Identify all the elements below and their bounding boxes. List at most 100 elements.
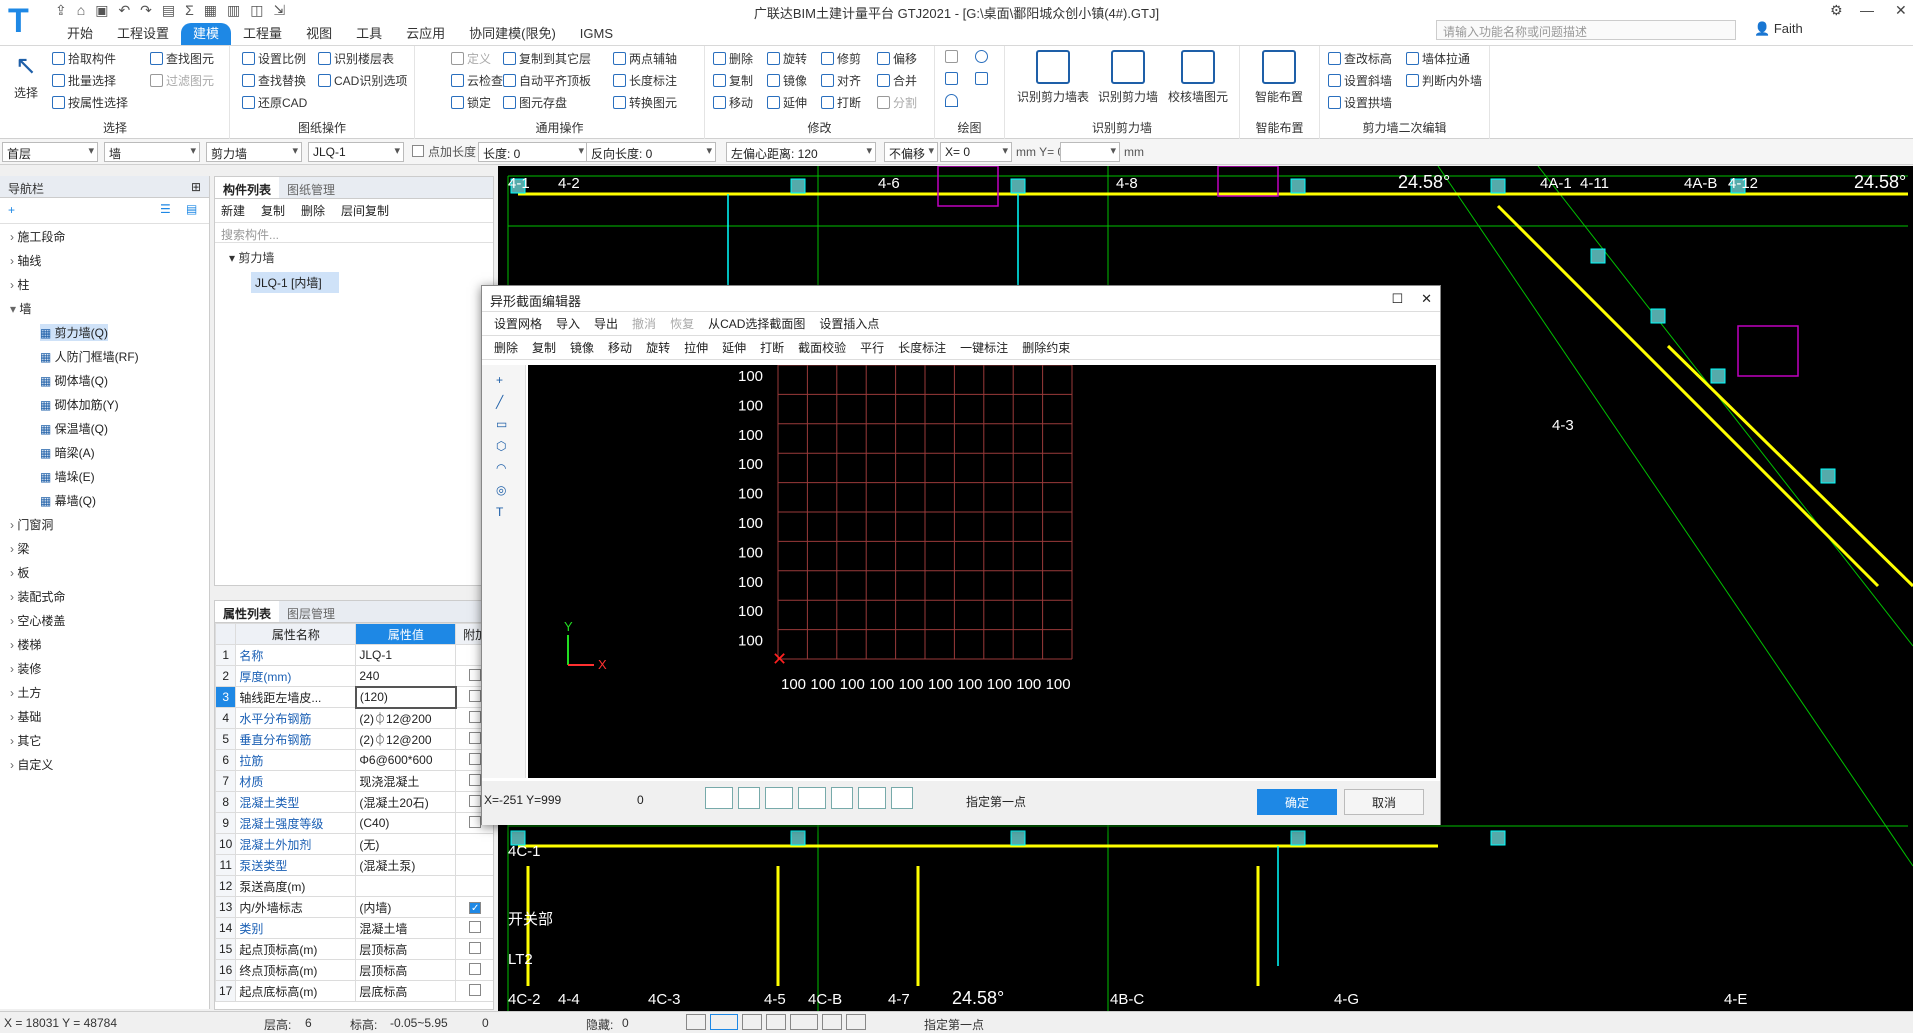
dialog-tool-button[interactable]: 一键标注 [960, 339, 1008, 356]
delete-component-button[interactable]: 删除 [301, 202, 325, 219]
dialog-tool-button[interactable]: 删除 [494, 339, 518, 356]
offset-input[interactable]: 左偏心距离: 120 [726, 142, 876, 162]
component-item[interactable]: JLQ-1 [内墙] [251, 272, 339, 293]
nav-item[interactable]: › 土方 [10, 684, 41, 701]
attach-checkbox[interactable] [469, 668, 482, 681]
menu-item[interactable]: 工具 [344, 23, 394, 45]
menu-item[interactable]: 工程量 [231, 23, 294, 45]
add-icon[interactable]: + [8, 203, 15, 217]
property-value[interactable] [355, 875, 457, 897]
attach-checkbox[interactable] [469, 689, 482, 702]
property-value[interactable]: (无) [355, 833, 457, 855]
hint-icon[interactable] [891, 787, 913, 809]
nav-subitem[interactable]: ▦ 剪力墙(Q) [40, 324, 108, 341]
track-icon[interactable] [858, 787, 886, 809]
status-ortho-icon[interactable] [686, 1014, 706, 1030]
status-dynamic-icon[interactable] [822, 1014, 842, 1030]
dialog-tool-button[interactable]: 删除约束 [1022, 339, 1070, 356]
select-button[interactable]: ↖ 选择 [6, 50, 46, 101]
line-draw-icon[interactable]: ╱ [496, 395, 511, 409]
judge-wall-button[interactable]: 判断内外墙 [1406, 72, 1482, 89]
find-replace-button[interactable]: 查找替换 [242, 72, 306, 89]
property-row[interactable]: 7 材质 现浇混凝土 [215, 770, 493, 792]
property-row[interactable]: 16 终点顶标高(m) 层顶标高 [215, 959, 493, 981]
menu-item[interactable]: 建模 [181, 23, 232, 45]
status-track-icon[interactable] [790, 1014, 818, 1030]
menu-item[interactable]: 开始 [55, 23, 105, 45]
attach-checkbox[interactable] [469, 962, 482, 975]
status-cross-icon[interactable] [742, 1014, 762, 1030]
attach-checkbox[interactable] [469, 815, 482, 828]
nav-item[interactable]: › 柱 [10, 276, 29, 293]
section-canvas[interactable]: 100 100 100 100 100 100 100 100 100 100 100 100 100 1… [528, 364, 1436, 778]
property-value[interactable]: (2)⏀12@200 [355, 728, 457, 750]
property-row[interactable]: 5 垂直分布钢筋 (2)⏀12@200 [215, 728, 493, 750]
tab-layer-management[interactable]: 图层管理 [279, 601, 343, 622]
property-value[interactable]: (内墙) [355, 896, 457, 918]
function-search-input[interactable]: 请输入功能名称或问题描述 [1436, 20, 1736, 40]
batch-select-button[interactable]: 批量选择 [52, 72, 116, 89]
dialog-tool-button[interactable]: 从CAD选择截面图 [708, 315, 805, 332]
pick-component-button[interactable]: 拾取构件 [52, 50, 116, 67]
dialog-tool-button[interactable]: 旋转 [646, 339, 670, 356]
lock-button[interactable]: 锁定 [451, 94, 491, 111]
two-point-axis-button[interactable]: 两点辅轴 [613, 50, 677, 67]
property-row[interactable]: 1 名称 JLQ-1 [215, 644, 493, 666]
dialog-tool-button[interactable]: 导出 [594, 315, 618, 332]
status-angle-icon[interactable] [766, 1014, 786, 1030]
property-row[interactable]: 13 内/外墙标志 (内墙) ✓ [215, 896, 493, 918]
subtype-select[interactable]: 剪力墙 [206, 142, 302, 162]
rotate-point-tool[interactable] [975, 50, 988, 63]
property-value[interactable]: (2)⏀12@200 [355, 707, 457, 729]
restore-cad-button[interactable]: 还原CAD [242, 94, 307, 111]
rect-draw-icon[interactable]: ▭ [496, 417, 511, 431]
property-row[interactable]: 8 混凝土类型 (混凝土20石) [215, 791, 493, 813]
property-row[interactable]: 3 轴线距左墙皮... (120) [215, 685, 493, 709]
component-select[interactable]: JLQ-1 [308, 142, 404, 162]
set-slant-wall-button[interactable]: 设置斜墙 [1328, 72, 1392, 89]
filter-element-button[interactable]: 过滤图元 [150, 72, 214, 89]
property-row[interactable]: 2 厚度(mm) 240 [215, 665, 493, 687]
tab-property-list[interactable]: 属性列表 [215, 601, 280, 622]
nav-subitem[interactable]: ▦ 保温墙(Q) [40, 420, 108, 437]
point-length-checkbox[interactable] [412, 145, 424, 157]
length-dimension-button[interactable]: 长度标注 [613, 72, 677, 89]
nav-item[interactable]: › 自定义 [10, 756, 53, 773]
convert-element-button[interactable]: 转换图元 [613, 94, 677, 111]
dialog-tool-button[interactable]: 截面校验 [798, 339, 846, 356]
rotate-button[interactable]: 旋转 [767, 50, 807, 67]
property-row[interactable]: 9 混凝土强度等级 (C40) [215, 812, 493, 834]
property-value[interactable]: (混凝土20石) [355, 791, 457, 813]
property-row[interactable]: 4 水平分布钢筋 (2)⏀12@200 [215, 707, 493, 729]
dialog-tool-button[interactable]: 打断 [760, 339, 784, 356]
list-view-icon[interactable]: ☰ [160, 202, 171, 216]
dialog-tool-button[interactable]: 平行 [860, 339, 884, 356]
x-input[interactable]: X= 0 [940, 142, 1012, 162]
attach-checkbox[interactable] [469, 941, 482, 954]
minimize-icon[interactable]: — [1860, 2, 1874, 18]
cloud-check-button[interactable]: 云检查 [451, 72, 503, 89]
smart-layout-button[interactable]: 智能布置 [1246, 50, 1312, 105]
component-group[interactable]: ▾ 剪力墙 [215, 243, 493, 272]
length-input[interactable]: 长度: 0 [478, 142, 588, 162]
attach-checkbox[interactable] [469, 710, 482, 723]
floor-select[interactable]: 首层 [2, 142, 98, 162]
tab-drawing-management[interactable]: 图纸管理 [279, 177, 343, 198]
rect-tool[interactable] [975, 72, 988, 85]
nav-subitem[interactable]: ▦ 人防门框墙(RF) [40, 348, 139, 365]
menu-item[interactable]: 视图 [294, 23, 344, 45]
menu-item[interactable]: 工程设置 [105, 23, 181, 45]
dialog-tool-button[interactable]: 镜像 [570, 339, 594, 356]
nav-subitem[interactable]: ▦ 砌体墙(Q) [40, 372, 108, 389]
text-draw-icon[interactable]: T [496, 505, 511, 519]
nav-item[interactable]: › 施工段命 [10, 228, 65, 245]
new-component-button[interactable]: 新建 [221, 202, 245, 219]
nav-item[interactable]: ▾ 墙 [10, 300, 31, 317]
property-row[interactable]: 17 起点底标高(m) 层底标高 [215, 980, 493, 1002]
attach-checkbox[interactable]: ✓ [469, 902, 482, 914]
nav-subitem[interactable]: ▦ 暗梁(A) [40, 444, 95, 461]
nav-item[interactable]: › 装修 [10, 660, 41, 677]
attach-checkbox[interactable] [469, 731, 482, 744]
attach-checkbox[interactable] [469, 773, 482, 786]
merge-button[interactable]: 合并 [877, 72, 917, 89]
